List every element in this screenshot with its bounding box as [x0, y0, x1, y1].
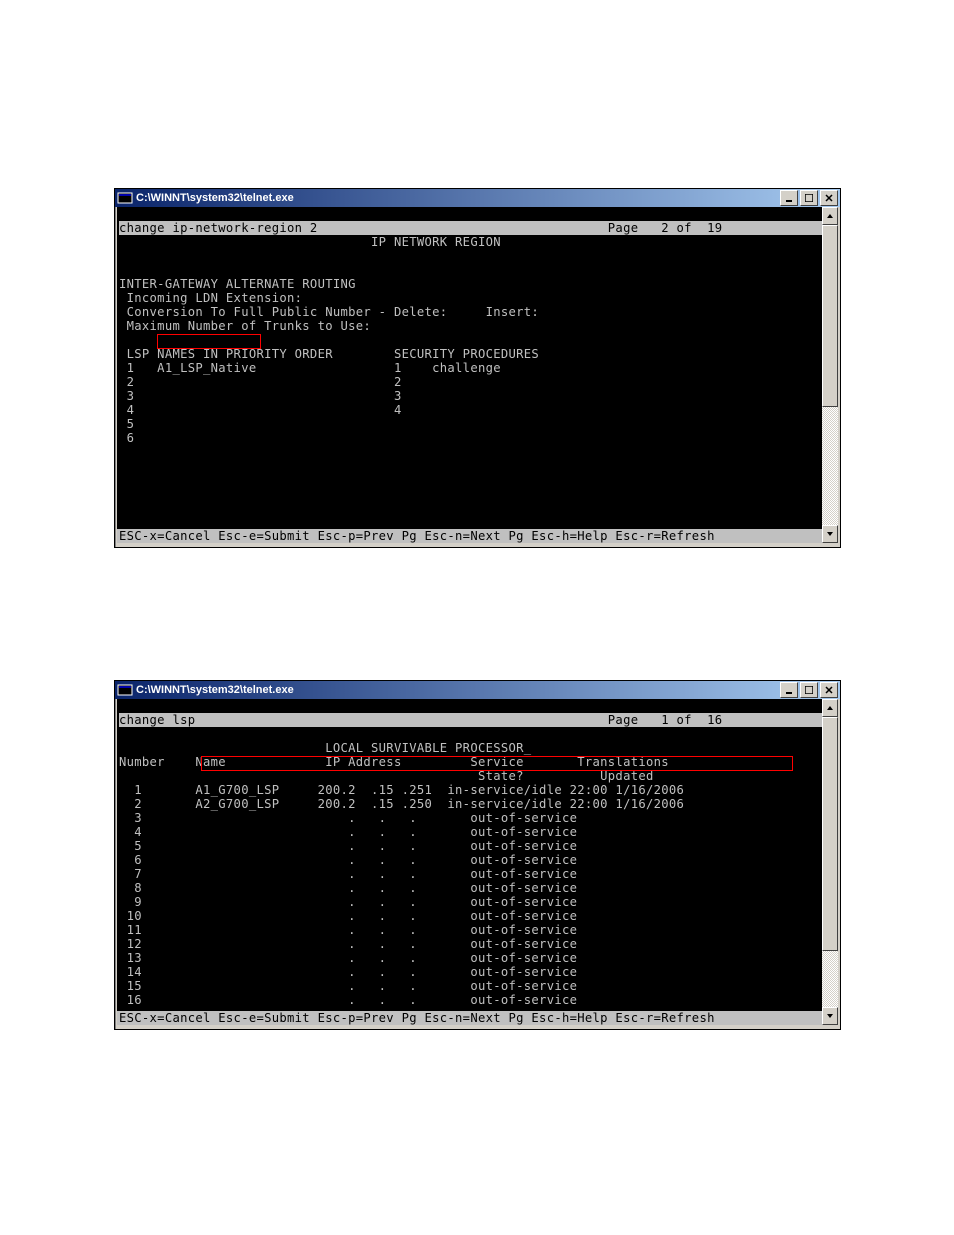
titlebar[interactable]: C:\WINNT\system32\telnet.exe [115, 189, 840, 207]
telnet-window-1: C:\WINNT\system32\telnet.exe change ip-n… [114, 188, 841, 548]
scroll-thumb[interactable] [822, 225, 838, 407]
document-page: C:\WINNT\system32\telnet.exe change ip-n… [0, 0, 954, 1235]
titlebar[interactable]: C:\WINNT\system32\telnet.exe [115, 681, 840, 699]
terminal-body: INTER-GATEWAY ALTERNATE ROUTING Incoming… [119, 277, 539, 445]
terminal-content[interactable]: change lsp Page 1 of 16 LOCAL SURVIVABLE… [117, 699, 822, 1025]
app-icon [117, 190, 133, 206]
minimize-button[interactable] [780, 682, 798, 698]
screen-title: IP NETWORK REGION [119, 235, 501, 249]
scroll-down-button[interactable] [822, 525, 838, 543]
window-title: C:\WINNT\system32\telnet.exe [136, 192, 780, 204]
terminal-content[interactable]: change ip-network-region 2 Page 2 of 19 … [117, 207, 822, 543]
column-header-1: Number Name IP Address Service Translati… [119, 755, 669, 769]
close-button[interactable] [820, 682, 838, 698]
window-title: C:\WINNT\system32\telnet.exe [136, 684, 780, 696]
column-header-2: State? Updated [119, 769, 654, 783]
scroll-up-button[interactable] [822, 699, 838, 717]
command-header: change lsp Page 1 of 16 [119, 713, 822, 727]
terminal-client-area: change ip-network-region 2 Page 2 of 19 … [117, 207, 838, 543]
terminal-client-area: change lsp Page 1 of 16 LOCAL SURVIVABLE… [117, 699, 838, 1025]
app-icon [117, 682, 133, 698]
footer-hints: ESC-x=Cancel Esc-e=Submit Esc-p=Prev Pg … [117, 1011, 822, 1025]
telnet-window-2: C:\WINNT\system32\telnet.exe change lsp … [114, 680, 841, 1030]
scroll-thumb[interactable] [822, 717, 838, 951]
scroll-up-button[interactable] [822, 207, 838, 225]
vertical-scrollbar[interactable] [822, 699, 838, 1025]
table-body: 1 A1_G700_LSP 200.2 .15 .251 in-service/… [119, 783, 684, 1007]
screen-title: LOCAL SURVIVABLE PROCESSOR_ [119, 741, 531, 755]
close-button[interactable] [820, 190, 838, 206]
command-header: change ip-network-region 2 Page 2 of 19 [119, 221, 822, 235]
scroll-track[interactable] [822, 225, 838, 525]
scroll-down-button[interactable] [822, 1007, 838, 1025]
minimize-button[interactable] [780, 190, 798, 206]
scroll-track[interactable] [822, 717, 838, 1007]
footer-hints: ESC-x=Cancel Esc-e=Submit Esc-p=Prev Pg … [117, 529, 822, 543]
maximize-button[interactable] [800, 190, 818, 206]
maximize-button[interactable] [800, 682, 818, 698]
vertical-scrollbar[interactable] [822, 207, 838, 543]
